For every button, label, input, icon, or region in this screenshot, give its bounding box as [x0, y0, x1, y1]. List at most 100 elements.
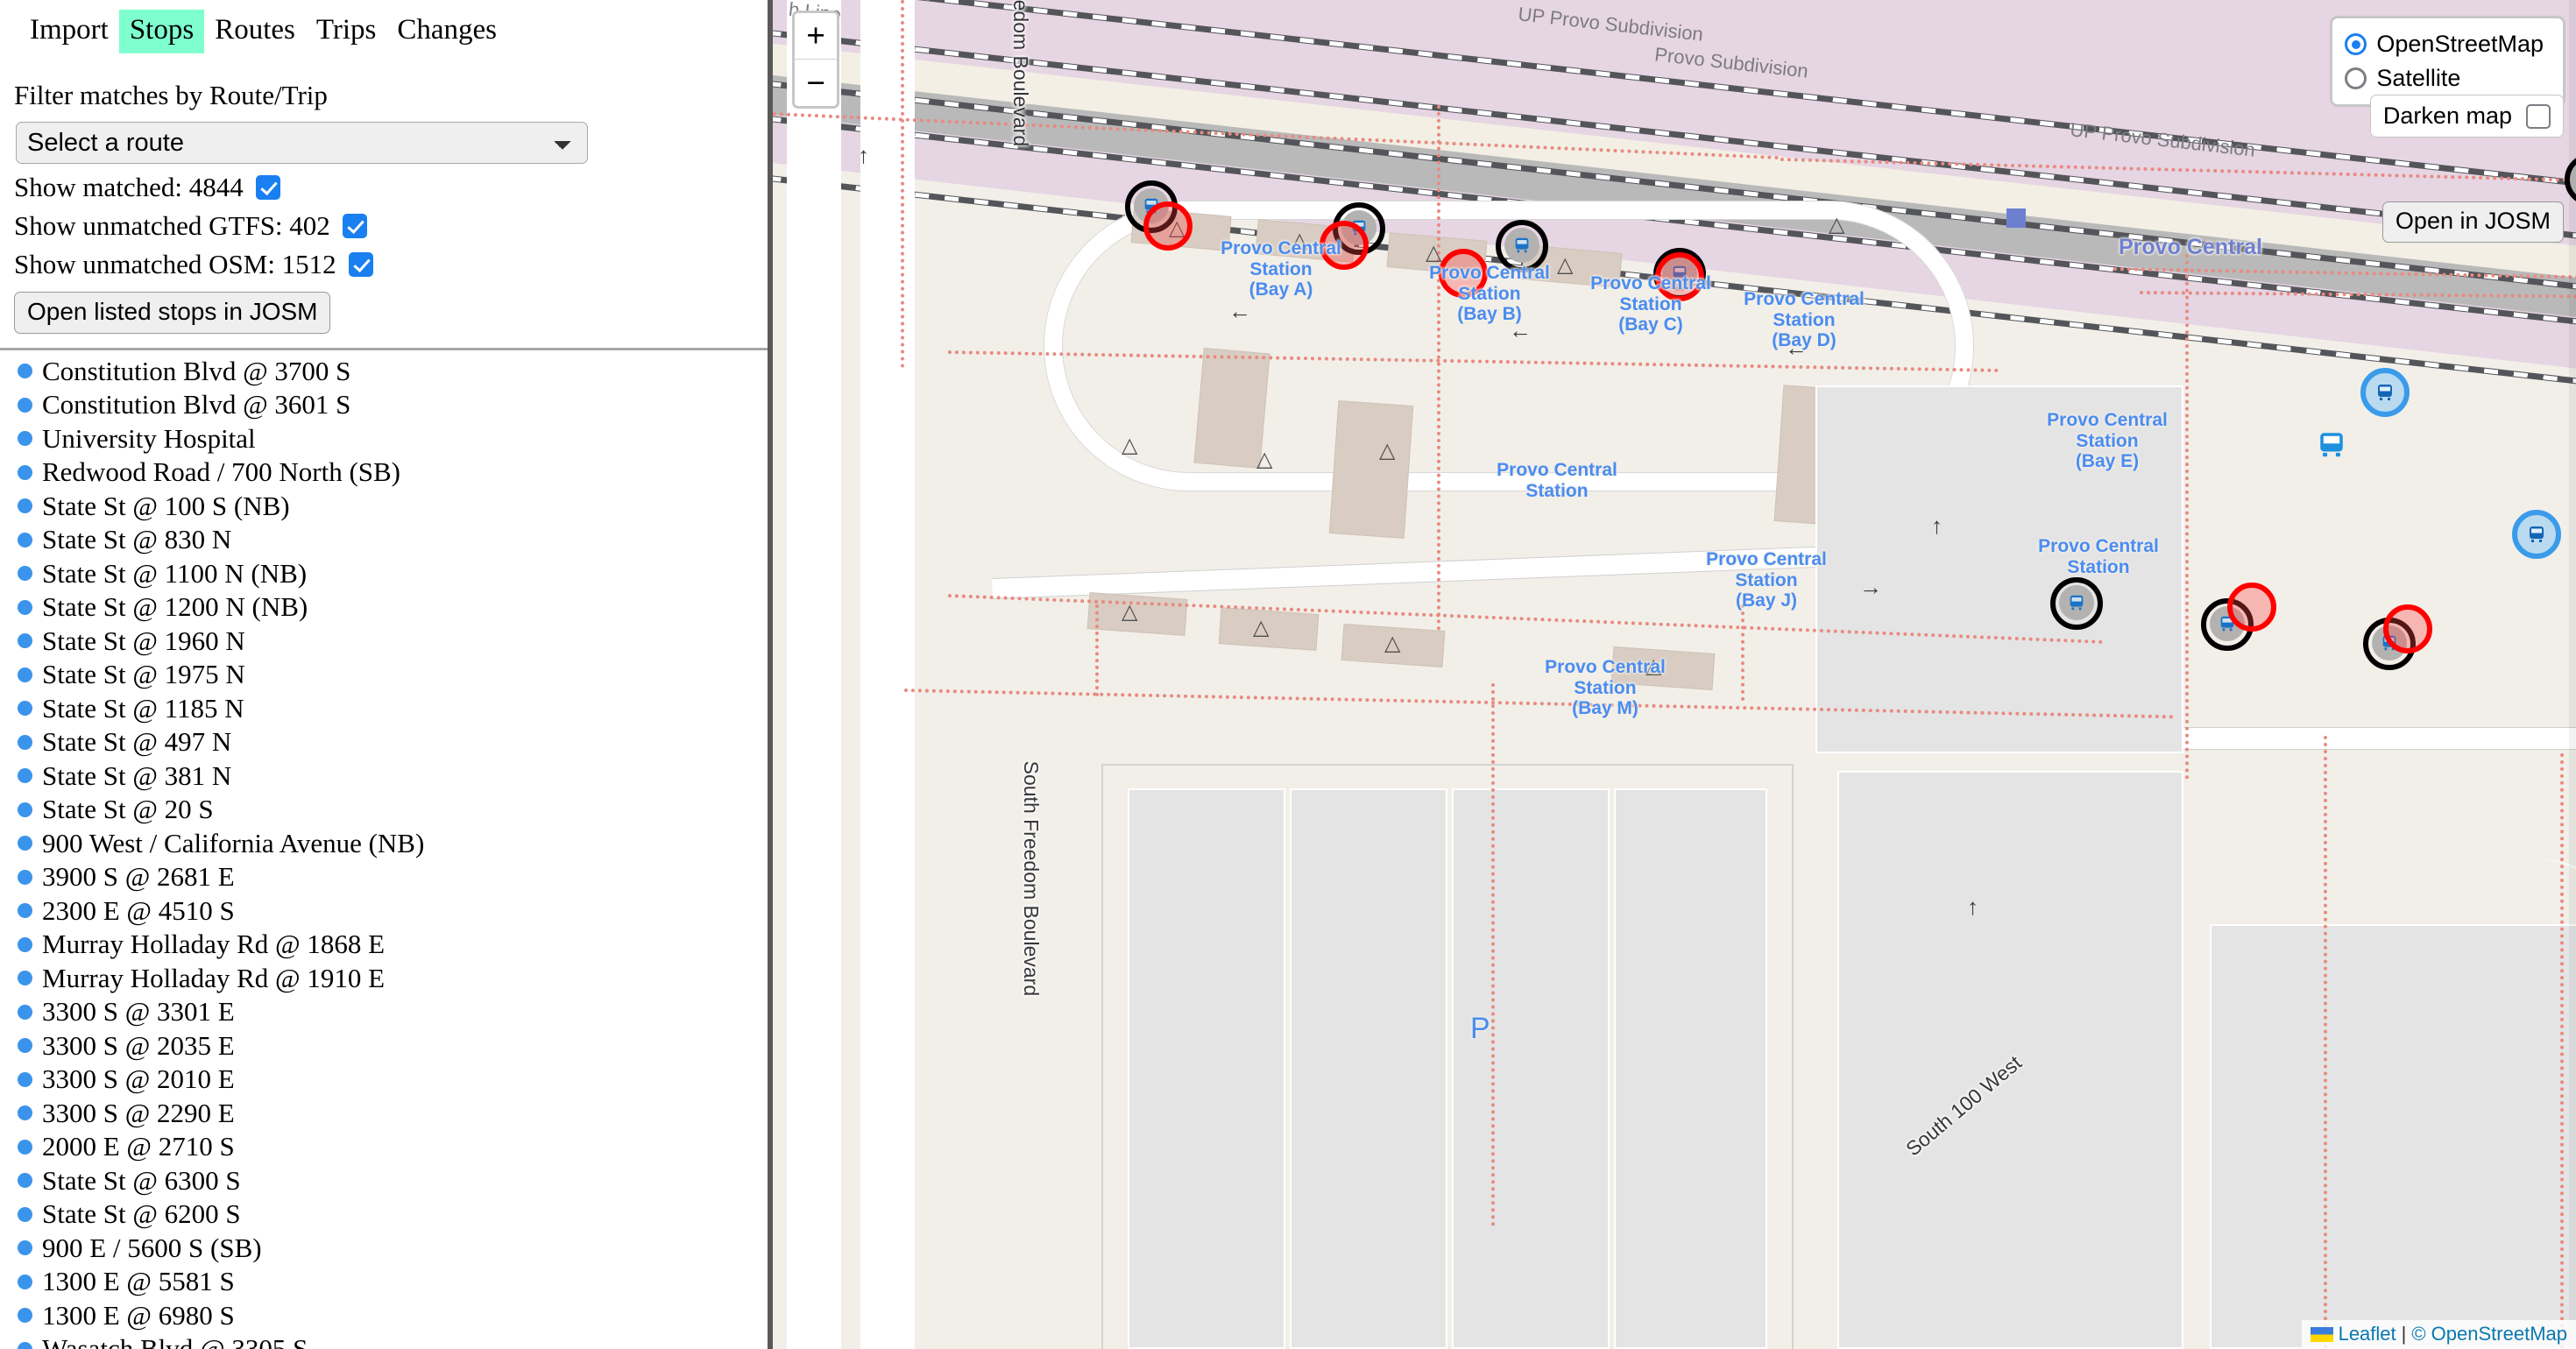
matched-stop-marker[interactable]: [2360, 368, 2410, 417]
darken-map-checkbox[interactable]: [2526, 103, 2551, 129]
stop-list-item[interactable]: State St @ 6300 S: [0, 1163, 773, 1197]
stop-list-item[interactable]: 2000 E @ 2710 S: [0, 1130, 773, 1164]
boundary-line-v8: [2560, 753, 2564, 1349]
stop-list-item[interactable]: 1300 E @ 6980 S: [0, 1298, 773, 1332]
open-listed-stops-in-josm-button[interactable]: Open listed stops in JOSM: [14, 292, 331, 335]
gtfs-unmatched-ring[interactable]: [2383, 604, 2432, 653]
gtfs-unmatched-ring[interactable]: [2227, 583, 2276, 632]
stop-list-item[interactable]: State St @ 381 N: [0, 759, 773, 793]
gtfs-unmatched-ring[interactable]: [1320, 221, 1369, 270]
building-f: [1218, 607, 1320, 651]
darken-map-control[interactable]: Darken map: [2369, 95, 2564, 138]
stop-dot-icon: [18, 768, 32, 784]
stop-list-item-label: 3300 S @ 2035 E: [42, 1029, 235, 1061]
zoom-in-button[interactable]: +: [795, 13, 837, 60]
stop-list-item-label: State St @ 100 S (NB): [42, 490, 290, 521]
stop-dot-icon: [18, 802, 32, 817]
stop-list-item[interactable]: State St @ 1185 N: [0, 691, 773, 725]
stop-list-item[interactable]: Wasatch Blvd @ 3305 S: [0, 1332, 773, 1349]
matched-stop-marker[interactable]: [2512, 510, 2561, 559]
stop-list-item-label: 3300 S @ 2010 E: [42, 1063, 235, 1095]
map-scrollbar-vertical[interactable]: [2569, 0, 2576, 1349]
zoom-out-button[interactable]: −: [795, 60, 837, 106]
tab-import[interactable]: Import: [19, 10, 119, 53]
stop-list-item[interactable]: State St @ 830 N: [0, 523, 773, 557]
stop-list-item[interactable]: 1300 E @ 5581 S: [0, 1265, 773, 1299]
stop-dot-icon: [18, 1038, 32, 1054]
layer-radio-satellite[interactable]: [2345, 67, 2367, 90]
bus-stop-icon-plain[interactable]: [2317, 429, 2346, 459]
tab-changes[interactable]: Changes: [386, 10, 507, 53]
gtfs-unmatched-ring[interactable]: [1439, 249, 1488, 298]
stop-list-item[interactable]: 3300 S @ 3301 E: [0, 995, 773, 1029]
stop-list-item-label: University Hospital: [42, 422, 256, 454]
osm-unmatched-ring[interactable]: [1496, 220, 1548, 272]
stop-list-item[interactable]: State St @ 6200 S: [0, 1197, 773, 1232]
stop-list-item-label: 900 West / California Avenue (NB): [42, 827, 425, 858]
stop-list-item[interactable]: State St @ 20 S: [0, 793, 773, 827]
stop-list-item[interactable]: State St @ 1100 N (NB): [0, 556, 773, 590]
stop-list-item-label: 900 E / 5600 S (SB): [42, 1232, 262, 1263]
leaflet-link[interactable]: Leaflet: [2339, 1323, 2396, 1345]
stop-list-item[interactable]: 900 E / 5600 S (SB): [0, 1231, 773, 1265]
openstreetmap-link[interactable]: © OpenStreetMap: [2411, 1323, 2567, 1345]
tab-stops[interactable]: Stops: [118, 10, 205, 53]
toggle-show-unmatched-gtfs[interactable]: Show unmatched GTFS: 402: [0, 211, 773, 241]
building-e: [1086, 592, 1188, 636]
gtfs-unmatched-ring[interactable]: [1143, 201, 1192, 251]
stop-list-item[interactable]: 3300 S @ 2290 E: [0, 1096, 773, 1130]
toggle-show-unmatched-gtfs-label: Show unmatched GTFS: 402: [14, 210, 330, 242]
stop-dot-icon: [18, 667, 32, 682]
stop-list-item[interactable]: 900 West / California Avenue (NB): [0, 826, 773, 860]
stop-list-item[interactable]: University Hospital: [0, 421, 773, 456]
boundary-line-v2: [1437, 105, 1440, 631]
open-in-josm-button[interactable]: Open in JOSM: [2381, 201, 2564, 243]
building-center-2: [1328, 400, 1414, 539]
stop-list-item[interactable]: Murray Holladay Rd @ 1910 E: [0, 961, 773, 995]
toggle-show-unmatched-osm-label: Show unmatched OSM: 1512: [14, 249, 336, 280]
stop-list-item[interactable]: 2300 E @ 4510 S: [0, 893, 773, 928]
toggle-show-matched-checkbox[interactable]: [255, 175, 280, 201]
stop-dot-icon: [18, 734, 32, 750]
route-select[interactable]: Select a route: [16, 122, 588, 165]
app-root: Import Stops Routes Trips Changes Filter…: [0, 0, 2576, 1349]
map-canvas[interactable]: △ △ △ △ △ △ △ △ △ △ △ △ ← ← ← → ↑ ↑ ↑ h …: [773, 0, 2576, 1349]
building-center-1: [1193, 347, 1270, 470]
stop-list-item[interactable]: Constitution Blvd @ 3700 S: [0, 354, 773, 388]
parking-lot-block-6: [1837, 771, 2183, 1349]
stop-list-item[interactable]: Constitution Blvd @ 3601 S: [0, 388, 773, 422]
stop-list[interactable]: Constitution Blvd @ 3700 S Constitution B…: [0, 350, 773, 1349]
stop-list-item[interactable]: Murray Holladay Rd @ 1868 E: [0, 928, 773, 962]
tab-trips[interactable]: Trips: [306, 10, 387, 53]
layer-option-satellite[interactable]: Satellite: [2345, 61, 2544, 95]
map-stop-label-bay: (Bay M): [1572, 698, 1638, 719]
osm-unmatched-ring[interactable]: [2050, 577, 2103, 630]
stop-list-item-label: State St @ 1100 N (NB): [42, 557, 308, 589]
stop-list-item[interactable]: State St @ 497 N: [0, 725, 773, 759]
map-panel[interactable]: △ △ △ △ △ △ △ △ △ △ △ △ ← ← ← → ↑ ↑ ↑ h …: [773, 0, 2576, 1349]
gtfs-unmatched-ring[interactable]: [1655, 252, 1704, 301]
stop-list-item-label: Redwood Road / 700 North (SB): [42, 456, 401, 488]
stop-list-item[interactable]: State St @ 100 S (NB): [0, 489, 773, 523]
layer-radio-openstreetmap[interactable]: [2345, 33, 2367, 56]
stop-dot-icon: [18, 566, 32, 582]
layer-control[interactable]: OpenStreetMap Satellite: [2330, 16, 2565, 108]
toggle-show-unmatched-osm-checkbox[interactable]: [348, 252, 373, 278]
stop-list-item[interactable]: State St @ 1200 N (NB): [0, 590, 773, 625]
toggle-show-matched-label: Show matched: 4844: [14, 172, 244, 203]
stop-list-item[interactable]: State St @ 1975 N: [0, 658, 773, 692]
stop-list-item[interactable]: 3300 S @ 2035 E: [0, 1028, 773, 1063]
zoom-control[interactable]: + −: [792, 11, 839, 109]
stop-list-item[interactable]: State St @ 1960 N: [0, 624, 773, 658]
stop-dot-icon: [18, 1173, 32, 1189]
stop-dot-icon: [18, 397, 32, 413]
toggle-show-unmatched-osm[interactable]: Show unmatched OSM: 1512: [0, 250, 773, 279]
stop-list-item[interactable]: 3900 S @ 2681 E: [0, 860, 773, 894]
stop-list-item[interactable]: Redwood Road / 700 North (SB): [0, 456, 773, 490]
tab-routes[interactable]: Routes: [204, 10, 306, 53]
toggle-show-unmatched-gtfs-checkbox[interactable]: [342, 214, 367, 239]
stop-dot-icon: [18, 1308, 32, 1324]
layer-option-openstreetmap[interactable]: OpenStreetMap: [2345, 27, 2544, 61]
toggle-show-matched[interactable]: Show matched: 4844: [0, 173, 773, 202]
stop-list-item[interactable]: 3300 S @ 2010 E: [0, 1063, 773, 1097]
